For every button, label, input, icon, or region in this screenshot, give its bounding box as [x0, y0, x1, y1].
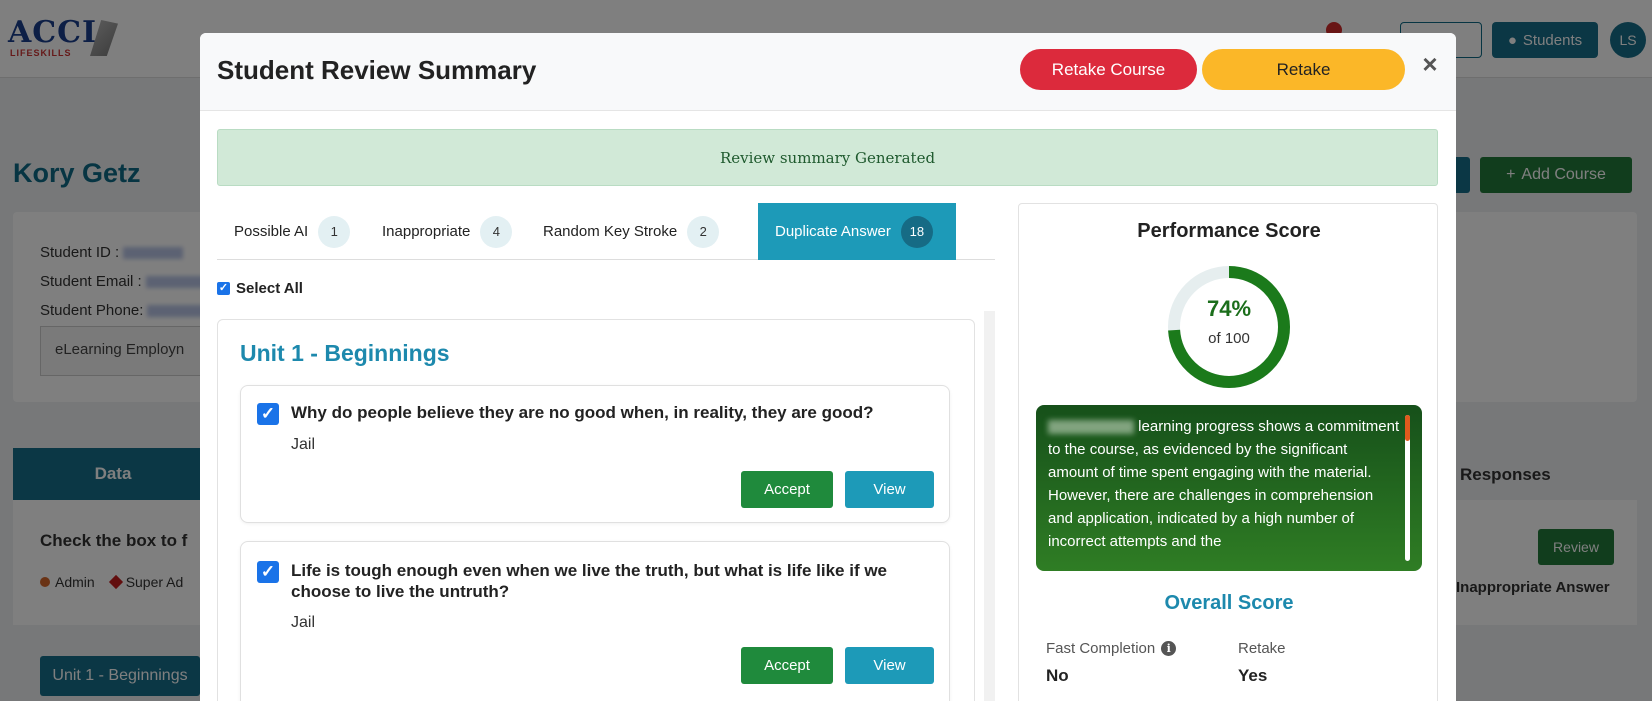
question-checkbox[interactable]: ✓: [257, 561, 279, 583]
performance-title: Performance Score: [1137, 220, 1321, 242]
overall-score-title: Overall Score: [1164, 592, 1294, 614]
tab-random-key-stroke[interactable]: Random Key Stroke 2: [526, 203, 736, 260]
question-text: Life is tough enough even when we live t…: [291, 561, 888, 601]
unit-card: Unit 1 - Beginnings ✓ Why do people beli…: [217, 319, 975, 701]
tab-duplicate-answer[interactable]: Duplicate Answer 18: [758, 203, 956, 260]
view-button[interactable]: View: [845, 647, 934, 684]
ai-summary-box[interactable]: learning progress shows a commitment to …: [1036, 405, 1422, 571]
select-all-label: Select All: [236, 280, 303, 297]
review-generated-alert: Review summary Generated: [217, 129, 1438, 186]
question-checkbox[interactable]: ✓: [257, 403, 279, 425]
tab-label: Possible AI: [234, 223, 309, 240]
student-review-modal: Student Review Summary Retake Course Ret…: [200, 33, 1456, 701]
question-card: ✓ Why do people believe they are no good…: [240, 385, 950, 523]
info-icon[interactable]: i: [1161, 641, 1177, 656]
questions-scroll-area[interactable]: Unit 1 - Beginnings ✓ Why do people beli…: [217, 311, 995, 701]
retake-value: Yes: [1238, 666, 1268, 685]
tab-count-badge: 2: [687, 215, 720, 248]
fast-completion-value: No: [1046, 666, 1069, 685]
unit-title: Unit 1 - Beginnings: [240, 340, 450, 366]
close-icon[interactable]: ×: [1418, 49, 1442, 79]
summary-text: learning progress shows a commitment to …: [1048, 415, 1400, 553]
tab-inappropriate[interactable]: Inappropriate 4: [365, 203, 529, 260]
score-percent: 74%: [1206, 296, 1252, 321]
checkmark-icon: ✓: [217, 282, 230, 295]
summary-body: learning progress shows a commitment to …: [1048, 418, 1400, 550]
retake-course-button[interactable]: Retake Course: [1020, 49, 1197, 90]
tab-count-badge: 4: [480, 215, 513, 248]
answer-text: Jail: [291, 614, 316, 631]
score-gauge-ring: [1168, 266, 1290, 388]
question-text: Why do people believe they are no good w…: [291, 403, 874, 422]
modal-header: Student Review Summary Retake Course Ret…: [200, 33, 1456, 111]
accept-button[interactable]: Accept: [741, 647, 833, 684]
retake-label: Retake: [1238, 640, 1286, 657]
view-button[interactable]: View: [845, 471, 934, 508]
select-all-checkbox[interactable]: ✓ Select All: [217, 280, 303, 297]
score-gauge: 74% of 100: [1166, 264, 1292, 390]
summary-scroll-thumb[interactable]: [1405, 415, 1410, 441]
tab-label: Inappropriate: [382, 223, 471, 240]
score-of: of 100: [1208, 330, 1250, 347]
fast-completion-text: Fast Completion: [1046, 640, 1156, 657]
flag-tabs: Possible AI 1 Inappropriate 4 Random Key…: [217, 203, 995, 260]
tab-count-badge: 18: [900, 215, 933, 248]
accept-button[interactable]: Accept: [741, 471, 833, 508]
performance-card: Performance Score 74% of 100 learning pr…: [1018, 203, 1438, 701]
tab-label: Duplicate Answer: [775, 223, 891, 240]
checkmark-icon: ✓: [260, 404, 276, 423]
modal-title: Student Review Summary: [217, 55, 537, 85]
checkmark-icon: ✓: [260, 562, 276, 581]
retake-button[interactable]: Retake: [1202, 49, 1405, 90]
scrollbar[interactable]: [984, 311, 995, 701]
tab-possible-ai[interactable]: Possible AI 1: [217, 203, 367, 260]
fast-completion-label: Fast Completion i: [1046, 640, 1177, 657]
redacted-name: [1048, 420, 1134, 435]
tab-label: Random Key Stroke: [543, 223, 678, 240]
question-card: ✓ Life is tough enough even when we live…: [240, 541, 950, 701]
answer-text: Jail: [291, 436, 316, 453]
tab-count-badge: 1: [318, 215, 351, 248]
